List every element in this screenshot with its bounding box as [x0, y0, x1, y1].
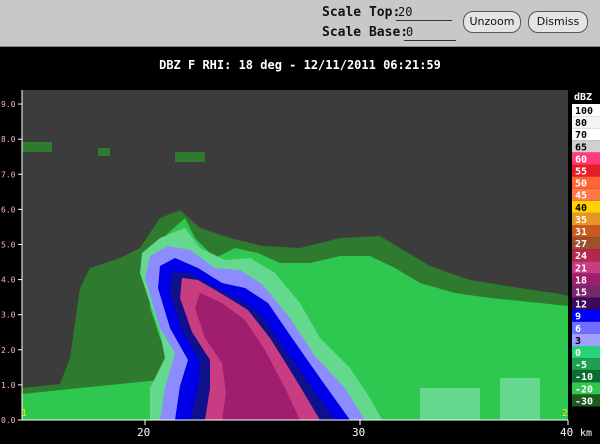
colorbar-level-label: 9 [575, 312, 581, 323]
y-tick-label: 3.0 [1, 311, 16, 320]
corner-label-left: 1 [21, 408, 27, 419]
colorbar-level-label: 15 [575, 288, 587, 299]
y-tick-label: 4.0 [1, 276, 16, 285]
colorbar-level-label: -30 [575, 396, 593, 407]
colorbar-level-label: 80 [575, 118, 587, 129]
colorbar-level-label: 21 [575, 263, 587, 274]
colorbar-level-label: 70 [575, 130, 587, 141]
y-tick-label: 7.0 [1, 170, 16, 179]
colorbar-level-label: -5 [575, 360, 587, 371]
colorbar-level-label: 65 [575, 142, 587, 153]
y-tick-labels: 0.0 1.0 2.0 3.0 4.0 5.0 6.0 7.0 8.0 9.0 [1, 100, 22, 425]
y-tick-label: 5.0 [1, 240, 16, 249]
unzoom-button[interactable]: Unzoom [463, 11, 521, 33]
colorbar-level-label: -10 [575, 372, 593, 383]
colorbar-level-label: -20 [575, 384, 593, 395]
colorbar-level-label: 12 [575, 300, 587, 311]
rhi-plot[interactable]: 0.0 1.0 2.0 3.0 4.0 5.0 6.0 7.0 8.0 9.0 20 30 40 km … [0, 88, 600, 440]
dismiss-button[interactable]: Dismiss [528, 11, 588, 33]
corner-label-right: 2 [562, 408, 568, 419]
colorbar-level-label: 24 [575, 251, 587, 262]
y-tick-label: 1.0 [1, 381, 16, 390]
colorbar-level-label: 31 [575, 227, 587, 238]
colorbar-level-label: 3 [575, 336, 581, 347]
x-tick-label: 40 [560, 426, 573, 439]
colorbar: 100807065605550454035312724211815129630-… [572, 104, 600, 407]
y-tick-label: 2.0 [1, 346, 16, 355]
y-tick-label: 8.0 [1, 135, 16, 144]
y-tick-label: 0.0 [1, 416, 16, 425]
colorbar-level-label: 45 [575, 191, 587, 202]
colorbar-level-label: 50 [575, 179, 587, 190]
scale-top-input[interactable] [396, 4, 452, 21]
colorbar-level-label: 60 [575, 154, 587, 165]
x-tick-label: 30 [352, 426, 365, 439]
colorbar-level-label: 27 [575, 239, 587, 250]
colorbar-level-label: 0 [575, 348, 581, 359]
colorbar-unit: dBZ [574, 92, 592, 103]
colorbar-level-label: 40 [575, 203, 587, 214]
colorbar-level-label: 35 [575, 215, 587, 226]
scale-base-input[interactable] [404, 24, 456, 41]
colorbar-level-label: 100 [575, 106, 593, 117]
y-tick-label: 9.0 [1, 100, 16, 109]
rhi-plot-svg[interactable]: 0.01.02.03.04.05.06.07.08.09.0 20 30 40 km … [0, 88, 600, 440]
x-tick-labels: 20 30 40 km [137, 420, 592, 439]
y-tick-label: 6.0 [1, 205, 16, 214]
colorbar-level-label: 6 [575, 324, 581, 335]
echo-patch [175, 152, 205, 162]
scale-base-label: Scale Base: [322, 25, 409, 40]
echo-patch [420, 388, 480, 420]
plot-title: DBZ F RHI: 18 deg - 12/11/2011 06:21:59 [159, 58, 441, 72]
toolbar: Scale Top: Scale Base: Unzoom Dismiss [0, 0, 600, 47]
echo-patch [22, 142, 52, 152]
scale-top-label: Scale Top: [322, 5, 401, 20]
colorbar-level-label: 18 [575, 275, 587, 286]
echo-patch [98, 148, 110, 156]
x-tick-label: 20 [137, 426, 150, 439]
x-unit-label: km [580, 428, 592, 439]
colorbar-level-label: 55 [575, 167, 587, 178]
echo-patch [500, 378, 540, 420]
